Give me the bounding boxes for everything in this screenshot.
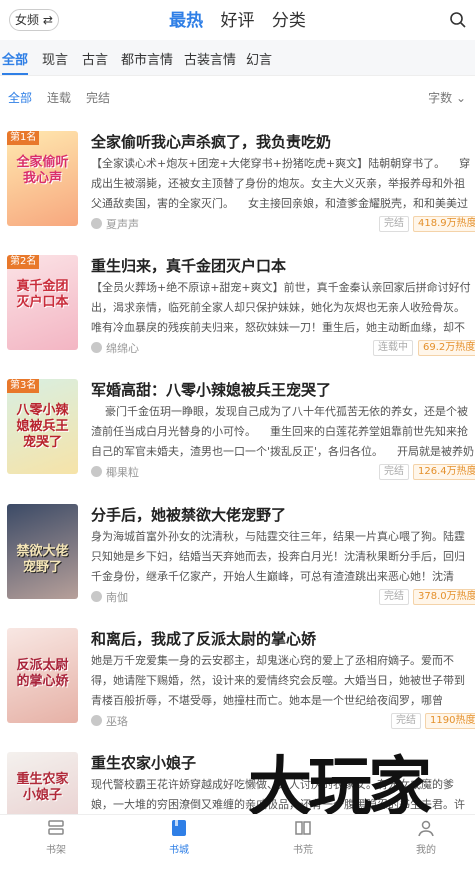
book-title[interactable]: 重生农家小娘子	[91, 752, 196, 773]
cover-title: 八零小辣媳被兵王宠哭了	[16, 403, 69, 450]
heat-badge: 126.4万热度	[413, 464, 475, 480]
book-author: 椰果粒	[106, 466, 139, 479]
cover-title: 反派太尉的掌心娇	[16, 658, 69, 689]
book-item[interactable]: 禁欲大佬宠野了 分手后，她被禁欲大佬宠野了 身为海城首富外孙女的沈清秋，与陆霆交…	[0, 504, 475, 628]
filter-all[interactable]: 全部	[8, 89, 32, 106]
nav-booklist[interactable]: 书荒	[273, 819, 333, 856]
cover-title: 真千金团灭户口本	[16, 279, 69, 310]
status-badge: 连载中	[373, 340, 413, 356]
category-costume[interactable]: 古装言情	[184, 49, 236, 68]
book-title[interactable]: 分手后，她被禁欲大佬宠野了	[91, 504, 286, 525]
category-bar: 全部 现言 古言 都市言情 古装言情 幻言	[0, 40, 475, 76]
category-indicator	[2, 73, 28, 75]
tab-good[interactable]: 好评	[221, 11, 255, 31]
book-description: 【全员火葬场+绝不原谅+甜宠+爽文】前世，真千金秦认亲回家后拼命讨好付出，渴求亲…	[91, 281, 471, 334]
nav-bookstore[interactable]: 书城	[149, 819, 209, 856]
status-badge: 完结	[379, 589, 409, 605]
filter-bar: 全部 连载 完结 字数 ⌄	[0, 76, 475, 116]
nav-profile[interactable]: 我的	[396, 819, 456, 856]
cover-title: 禁欲大佬宠野了	[16, 544, 69, 575]
rank-badge: 第2名	[7, 255, 40, 269]
tab-hot[interactable]: 最热	[169, 11, 203, 31]
heat-badge: 378.0万热度	[413, 589, 475, 605]
book-description: 身为海城首富外孙女的沈清秋，与陆霆交往三年，结果一片真心喂了狗。陆霆只知她是乡下…	[91, 530, 465, 583]
bookstore-icon	[172, 820, 186, 836]
book-cover[interactable]: 禁欲大佬宠野了	[7, 504, 78, 599]
book-item[interactable]: 第1名 全家偷听我心声 全家偷听我心声杀疯了，我负责吃奶 【全家读心术+炮灰+团…	[0, 131, 475, 255]
category-all[interactable]: 全部	[2, 49, 28, 68]
cover-title: 重生农家小娘子	[16, 772, 69, 803]
rank-badge: 第1名	[7, 131, 40, 145]
filter-finished[interactable]: 完结	[86, 89, 110, 106]
cover-title: 全家偷听我心声	[16, 155, 69, 186]
book-item[interactable]: 反派太尉的掌心娇 和离后，我成了反派太尉的掌心娇 她是万千宠爱集一身的云安郡主，…	[0, 628, 475, 752]
book-description: 她是万千宠爱集一身的云安郡主，却鬼迷心窍的爱上了丞相府嫡子。爱而不得，她请陛下赐…	[91, 654, 465, 707]
author-icon	[91, 591, 102, 602]
chevron-down-icon: ⌄	[452, 91, 466, 105]
book-description: 【全家读心术+炮灰+团宠+大佬穿书+扮猪吃虎+爽文】陆朝朝穿书了。 穿成出生被溺…	[91, 157, 471, 210]
book-item[interactable]: 第2名 真千金团灭户口本 重生归来，真千金团灭户口本 【全员火葬场+绝不原谅+甜…	[0, 255, 475, 379]
category-urban[interactable]: 都市言情	[121, 49, 173, 68]
top-bar: 女频 ⇄ 最热 好评 分类	[0, 0, 475, 40]
book-cover[interactable]: 第1名 全家偷听我心声	[7, 131, 78, 226]
book-cover[interactable]: 第3名 八零小辣媳被兵王宠哭了	[7, 379, 78, 474]
book-author: 巫珞	[106, 715, 128, 728]
nav-label: 我的	[416, 845, 436, 856]
status-badge: 完结	[379, 464, 409, 480]
book-description: 豪门千金伍玥一睁眼，发现自己成为了八十年代孤苦无依的养女，还是个被渣前任当成白月…	[91, 405, 475, 458]
status-badge: 完结	[379, 216, 409, 232]
profile-icon	[418, 820, 434, 837]
tab-category[interactable]: 分类	[272, 11, 306, 31]
book-cover[interactable]: 第2名 真千金团灭户口本	[7, 255, 78, 350]
watermark-logo: 大玩家	[248, 750, 432, 825]
book-cover[interactable]: 反派太尉的掌心娇	[7, 628, 78, 723]
bottom-nav: 书架 书城 书荒 我的	[0, 814, 475, 859]
book-title[interactable]: 军婚高甜：八零小辣媳被兵王宠哭了	[91, 379, 331, 400]
book-author: 绵绵心	[106, 342, 139, 355]
heat-badge: 69.2万热度	[418, 340, 475, 356]
book-author: 夏声声	[106, 218, 139, 231]
book-item[interactable]: 第3名 八零小辣媳被兵王宠哭了 军婚高甜：八零小辣媳被兵王宠哭了 豪门千金伍玥一…	[0, 379, 475, 503]
author-icon	[91, 218, 102, 229]
book-author: 南伽	[106, 591, 128, 604]
rank-badge: 第3名	[7, 379, 40, 393]
search-icon[interactable]	[449, 11, 467, 29]
book-title[interactable]: 和离后，我成了反派太尉的掌心娇	[91, 628, 316, 649]
sort-select[interactable]: 字数 ⌄	[428, 89, 466, 106]
nav-label: 书荒	[293, 845, 313, 856]
book-title[interactable]: 全家偷听我心声杀疯了，我负责吃奶	[91, 131, 331, 152]
nav-bookshelf[interactable]: 书架	[26, 819, 86, 856]
category-modern[interactable]: 现言	[42, 49, 68, 68]
status-badge: 完结	[391, 713, 421, 729]
category-ancient[interactable]: 古言	[82, 49, 108, 68]
bookshelf-icon	[48, 820, 64, 835]
book-open-icon	[295, 821, 311, 835]
heat-badge: 418.9万热度	[413, 216, 475, 232]
nav-label: 书城	[169, 845, 189, 856]
filter-serial[interactable]: 连载	[47, 89, 71, 106]
heat-badge: 1190热度	[425, 713, 475, 729]
category-fantasy[interactable]: 幻言	[246, 49, 272, 68]
nav-label: 书架	[46, 845, 66, 856]
author-icon	[91, 342, 102, 353]
author-icon	[91, 715, 102, 726]
author-icon	[91, 466, 102, 477]
sort-label: 字数	[428, 91, 453, 105]
book-title[interactable]: 重生归来，真千金团灭户口本	[91, 255, 286, 276]
top-tabs: 最热 好评 分类	[0, 6, 475, 31]
